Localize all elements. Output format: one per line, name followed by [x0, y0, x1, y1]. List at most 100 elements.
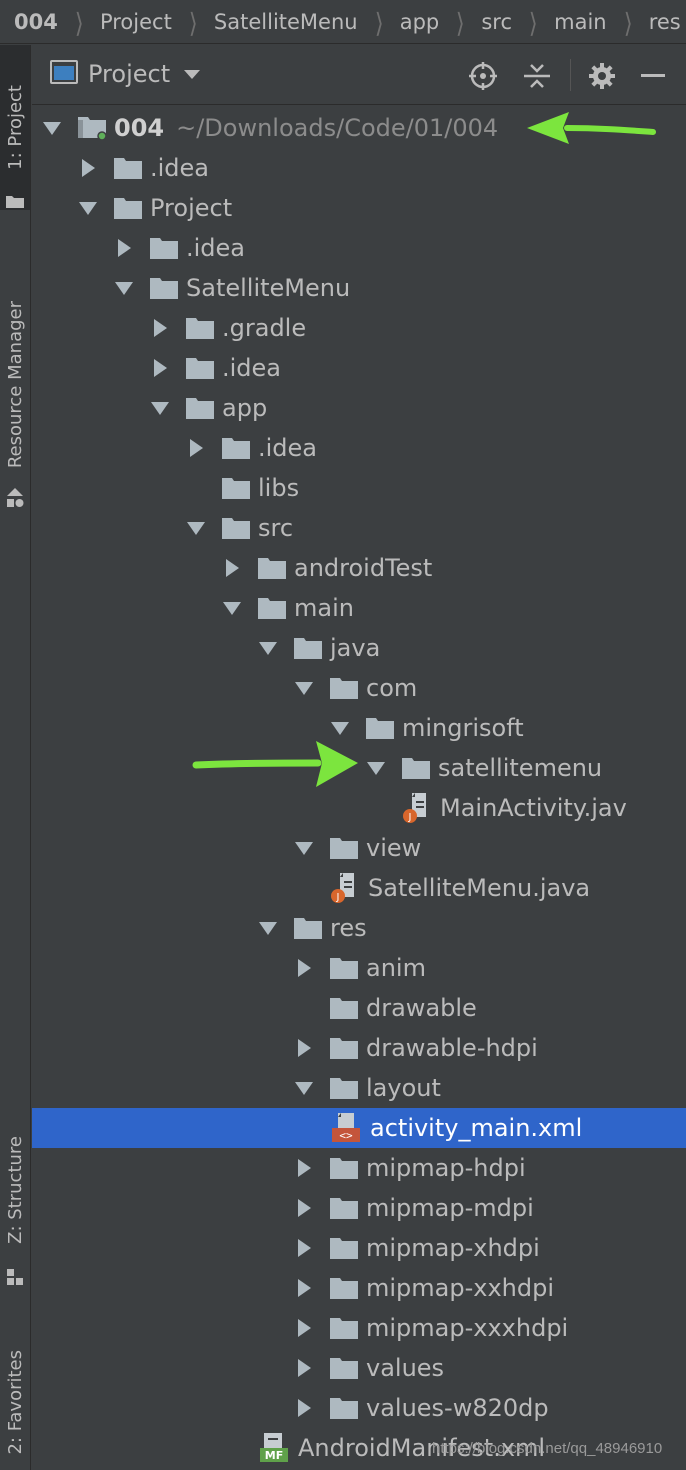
crosshair-icon[interactable] — [468, 61, 498, 91]
tab-structure[interactable]: Z: Structure — [0, 1120, 30, 1260]
expand-arrow-right-icon[interactable] — [294, 1358, 314, 1378]
folder-icon — [330, 1317, 358, 1339]
expand-arrow-right-icon[interactable] — [294, 1158, 314, 1178]
tree-row[interactable]: mipmap-xxhdpi — [32, 1268, 686, 1308]
tree-row[interactable]: .gradle — [32, 308, 686, 348]
tree-row[interactable]: java — [32, 628, 686, 668]
folder-icon — [222, 517, 250, 539]
tree-row[interactable]: SatelliteMenu — [32, 268, 686, 308]
expand-arrow-down-icon[interactable] — [114, 278, 134, 298]
expand-arrow-down-icon[interactable] — [222, 598, 242, 618]
tree-row[interactable]: main — [32, 588, 686, 628]
breadcrumb-item[interactable]: res — [649, 10, 681, 34]
project-panel-header: Project — [32, 45, 686, 105]
panel-title: Project — [88, 60, 171, 88]
expand-arrow-right-icon[interactable] — [294, 1038, 314, 1058]
expand-arrow-right-icon[interactable] — [114, 238, 134, 258]
folder-icon — [330, 1277, 358, 1299]
tree-row[interactable]: J SatelliteMenu.java — [32, 868, 686, 908]
tree-item-label: .gradle — [222, 314, 307, 342]
folder-icon — [330, 1197, 358, 1219]
tree-row[interactable]: mipmap-mdpi — [32, 1188, 686, 1228]
expand-arrow-right-icon[interactable] — [294, 1238, 314, 1258]
module-folder-icon — [78, 116, 106, 140]
tree-row[interactable]: view — [32, 828, 686, 868]
expand-arrow-right-icon[interactable] — [222, 558, 242, 578]
folder-icon — [222, 437, 250, 459]
expand-arrow-right-icon[interactable] — [150, 358, 170, 378]
tab-favorites[interactable]: 2: Favorites — [0, 1335, 30, 1470]
tree-item-label: SatelliteMenu.java — [368, 874, 591, 902]
expand-arrow-down-icon[interactable] — [186, 518, 206, 538]
expand-arrow-down-icon[interactable] — [78, 198, 98, 218]
expand-arrow-down-icon[interactable] — [258, 918, 278, 938]
breadcrumb-item[interactable]: Project — [100, 10, 172, 34]
tree-row[interactable]: app — [32, 388, 686, 428]
expand-arrow-right-icon[interactable] — [294, 1398, 314, 1418]
expand-arrow-down-icon[interactable] — [294, 1078, 314, 1098]
tree-item-label: Project — [150, 194, 233, 222]
tree-row[interactable]: Project — [32, 188, 686, 228]
tree-row[interactable]: values — [32, 1348, 686, 1388]
expand-arrow-right-icon[interactable] — [150, 318, 170, 338]
tree-row[interactable]: mingrisoft — [32, 708, 686, 748]
tree-row[interactable]: 004 ~/Downloads/Code/01/004 — [32, 108, 686, 148]
tree-row[interactable]: drawable-hdpi — [32, 1028, 686, 1068]
breadcrumb-item[interactable]: main — [554, 10, 606, 34]
expand-arrow-down-icon[interactable] — [42, 118, 62, 138]
breadcrumb-item[interactable]: app — [400, 10, 440, 34]
breadcrumb-item[interactable]: src — [481, 10, 512, 34]
tree-row[interactable]: .idea — [32, 348, 686, 388]
tree-row[interactable]: .idea — [32, 428, 686, 468]
project-tree[interactable]: 004 ~/Downloads/Code/01/004 .idea Project .i… — [32, 108, 686, 1470]
tree-row[interactable]: anim — [32, 948, 686, 988]
tool-window-strip: 1: Project Resource Manager Z: Structure… — [0, 45, 31, 1470]
tree-row[interactable]: values-w820dp — [32, 1388, 686, 1428]
expand-arrow-right-icon[interactable] — [294, 958, 314, 978]
tree-item-label: src — [258, 514, 294, 542]
minimize-icon[interactable] — [638, 61, 668, 91]
breadcrumb-item[interactable]: 004 — [14, 10, 58, 34]
tree-item-label: .idea — [222, 354, 282, 382]
tree-row[interactable]: mipmap-hdpi — [32, 1148, 686, 1188]
expand-arrow-right-icon[interactable] — [294, 1318, 314, 1338]
tree-row[interactable]: J MainActivity.jav — [32, 788, 686, 828]
tree-row[interactable]: .idea — [32, 228, 686, 268]
breadcrumb-item[interactable]: SatelliteMenu — [214, 10, 358, 34]
gear-icon[interactable] — [587, 61, 617, 91]
tree-row[interactable]: libs — [32, 468, 686, 508]
structure-icon — [0, 1265, 30, 1289]
expand-arrow-right-icon[interactable] — [186, 438, 206, 458]
view-selector[interactable]: Project — [50, 60, 201, 88]
tree-row[interactable]: mipmap-xhdpi — [32, 1228, 686, 1268]
tab-project[interactable]: 1: Project — [0, 45, 30, 210]
tree-item-label: anim — [366, 954, 426, 982]
expand-arrow-down-icon[interactable] — [294, 678, 314, 698]
expand-arrow-down-icon[interactable] — [330, 718, 350, 738]
expand-arrow-right-icon[interactable] — [294, 1278, 314, 1298]
tree-row[interactable]: src — [32, 508, 686, 548]
manifest-file-icon: MF — [258, 1432, 290, 1464]
tree-item-label: mipmap-xxxhdpi — [366, 1314, 569, 1342]
tree-row[interactable]: drawable — [32, 988, 686, 1028]
expand-arrow-right-icon[interactable] — [294, 1198, 314, 1218]
folder-icon — [330, 1357, 358, 1379]
tree-row[interactable]: com — [32, 668, 686, 708]
tree-row[interactable]: <> activity_main.xml — [32, 1108, 686, 1148]
tree-row[interactable]: .idea — [32, 148, 686, 188]
tree-row[interactable]: layout — [32, 1068, 686, 1108]
tree-item-label: res — [330, 914, 367, 942]
expand-arrow-down-icon[interactable] — [294, 838, 314, 858]
expand-arrow-down-icon[interactable] — [258, 638, 278, 658]
tab-resource-manager[interactable]: Resource Manager — [0, 260, 30, 510]
tree-row[interactable]: mipmap-xxxhdpi — [32, 1308, 686, 1348]
expand-arrow-right-icon[interactable] — [78, 158, 98, 178]
collapse-all-icon[interactable] — [522, 61, 552, 91]
tree-row[interactable]: androidTest — [32, 548, 686, 588]
folder-icon — [330, 677, 358, 699]
expand-arrow-down-icon[interactable] — [150, 398, 170, 418]
tree-row[interactable]: satellitemenu — [32, 748, 686, 788]
expand-arrow-down-icon[interactable] — [366, 758, 386, 778]
tree-row[interactable]: res — [32, 908, 686, 948]
tree-item-label: mipmap-xxhdpi — [366, 1274, 555, 1302]
